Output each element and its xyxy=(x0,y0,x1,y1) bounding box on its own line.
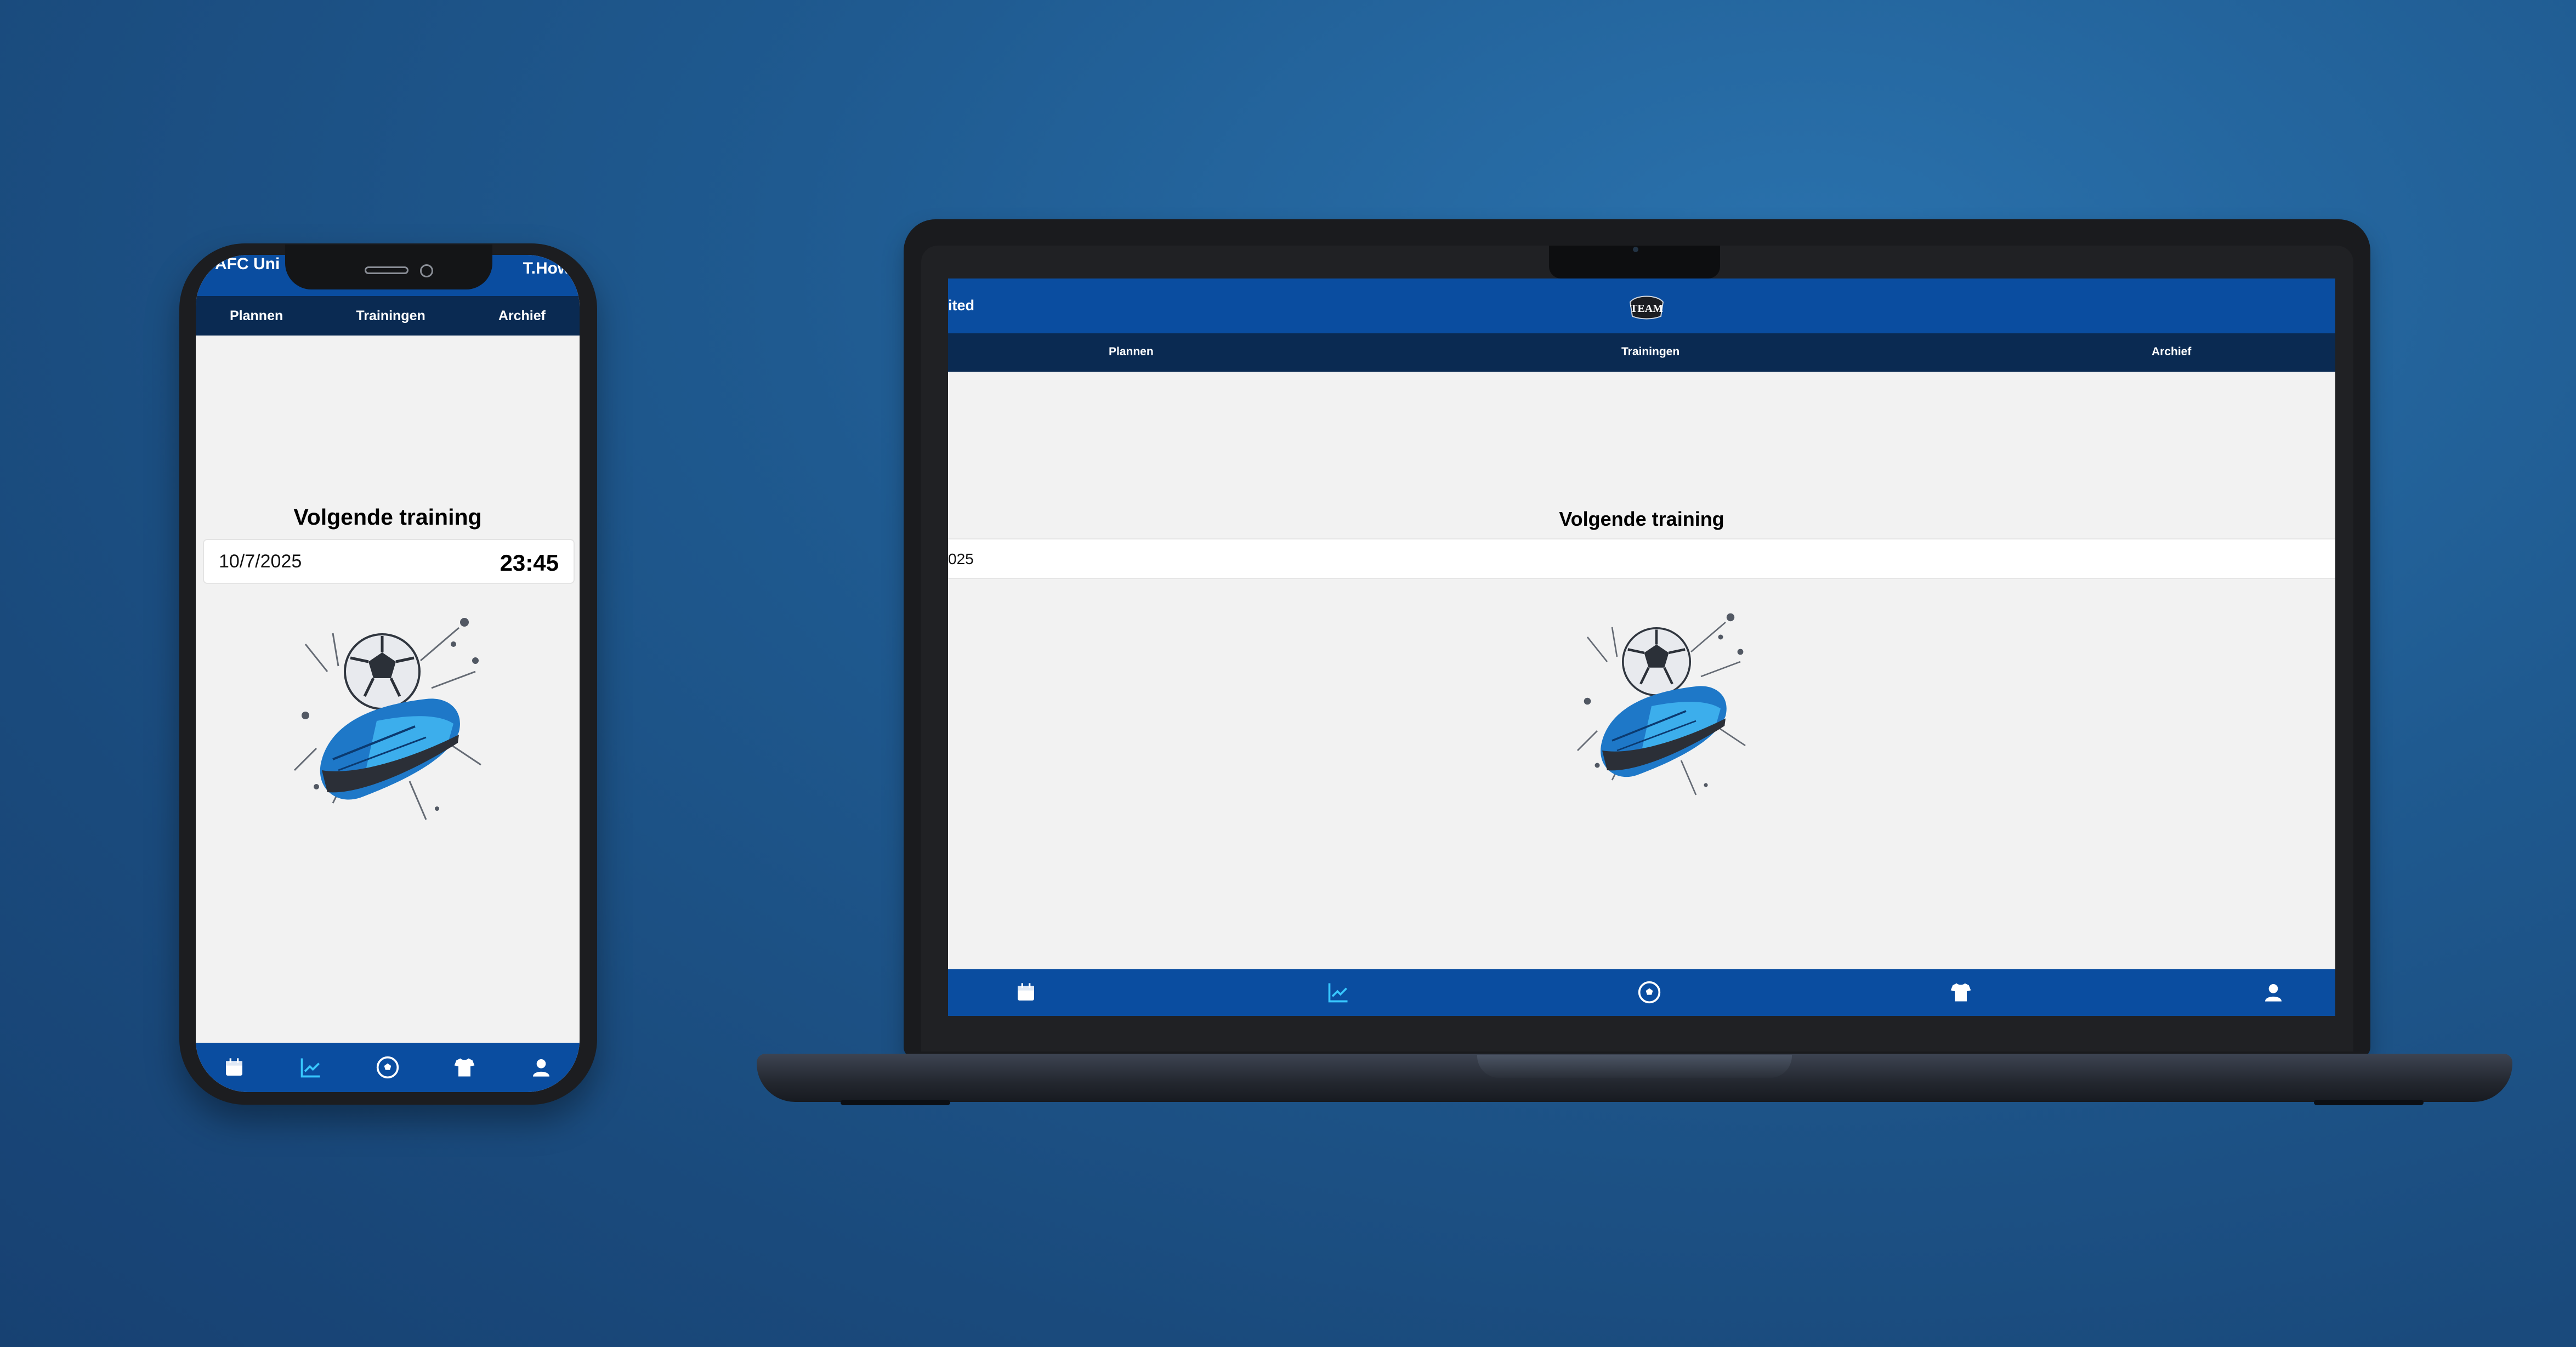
phone-speaker xyxy=(365,266,408,274)
tab-plannen[interactable]: Plannen xyxy=(1109,345,1154,359)
laptop-camera xyxy=(1633,247,1638,252)
bottom-nav xyxy=(948,969,2335,1016)
shirt-icon[interactable] xyxy=(1949,980,1973,1004)
tab-archief[interactable]: Archief xyxy=(498,308,546,324)
phone-camera xyxy=(420,264,433,277)
tab-trainingen[interactable]: Trainingen xyxy=(1621,345,1679,359)
laptop-screen: ited TEAM Plannen Trainingen Archief Vol… xyxy=(948,279,2335,1016)
training-date: 10/7/2025 xyxy=(219,551,302,572)
football-boot-illustration xyxy=(1577,613,1746,795)
tab-trainingen[interactable]: Trainingen xyxy=(356,308,425,324)
app-header: ited TEAM xyxy=(948,279,2335,333)
soccer-ball-icon[interactable] xyxy=(376,1055,400,1079)
training-date: 025 xyxy=(948,550,974,567)
football-boot-illustration xyxy=(293,618,481,820)
chart-icon[interactable] xyxy=(299,1055,323,1079)
laptop-foot xyxy=(2314,1100,2424,1105)
team-name: ited xyxy=(948,297,975,314)
laptop-foot xyxy=(841,1100,950,1105)
laptop-hinge xyxy=(1477,1055,1792,1078)
calendar-icon[interactable] xyxy=(222,1055,246,1079)
team-name: AFC Uni xyxy=(215,255,280,273)
user-name[interactable]: T.Howa xyxy=(523,259,580,278)
chart-icon[interactable] xyxy=(1326,980,1351,1004)
team-logo: TEAM xyxy=(1629,295,1664,320)
next-training-card[interactable]: 025 xyxy=(948,538,2335,579)
tab-plannen[interactable]: Plannen xyxy=(230,308,283,324)
team-logo-text: TEAM xyxy=(1630,303,1663,315)
shirt-icon[interactable] xyxy=(452,1055,476,1079)
tab-archief[interactable]: Archief xyxy=(2152,345,2191,359)
next-training-title: Volgende training xyxy=(293,504,482,530)
bottom-nav xyxy=(196,1043,580,1092)
user-icon[interactable] xyxy=(2261,980,2285,1004)
next-training-title: Volgende training xyxy=(1559,508,1724,530)
tab-bar: Plannen Trainingen Archief xyxy=(196,296,580,336)
next-training-card[interactable]: 10/7/2025 23:45 xyxy=(203,539,575,584)
soccer-ball-icon[interactable] xyxy=(1637,980,1661,1004)
tab-bar: Plannen Trainingen Archief xyxy=(948,333,2335,372)
training-time: 23:45 xyxy=(500,550,559,576)
phone-screen: AFC Uni T.Howa Plannen Trainingen Archie… xyxy=(196,255,580,1092)
user-icon[interactable] xyxy=(529,1055,553,1079)
calendar-icon[interactable] xyxy=(1014,980,1038,1004)
